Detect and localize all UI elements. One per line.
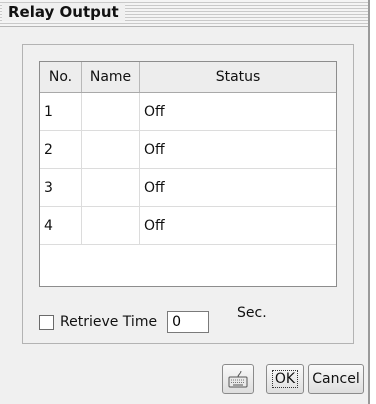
column-header-status[interactable]: Status <box>140 62 336 92</box>
cell-name[interactable] <box>82 207 140 244</box>
retrieve-time-row: Retrieve Time <box>39 310 210 334</box>
cell-name[interactable] <box>82 169 140 206</box>
cell-no: 4 <box>40 207 82 244</box>
relay-panel: No. Name Status 1 Off 2 Off 3 Off 4 Off … <box>22 44 354 344</box>
ok-button[interactable]: OK <box>266 364 304 394</box>
cell-status[interactable]: Off <box>140 93 336 130</box>
cell-status[interactable]: Off <box>140 169 336 206</box>
cell-name[interactable] <box>82 93 140 130</box>
ok-button-label: OK <box>271 370 299 388</box>
keyboard-icon <box>228 370 248 388</box>
cell-no: 3 <box>40 169 82 206</box>
retrieve-time-label[interactable]: Retrieve Time <box>60 314 157 330</box>
retrieve-time-checkbox[interactable] <box>39 314 54 330</box>
cell-status[interactable]: Off <box>140 131 336 168</box>
column-header-name[interactable]: Name <box>82 62 140 92</box>
cell-no: 1 <box>40 93 82 130</box>
cancel-button[interactable]: Cancel <box>308 364 364 394</box>
column-header-no[interactable]: No. <box>40 62 82 92</box>
cell-name[interactable] <box>82 131 140 168</box>
table-row[interactable]: 3 Off <box>40 169 336 207</box>
keyboard-button[interactable] <box>222 364 254 394</box>
table-row[interactable]: 1 Off <box>40 93 336 131</box>
table-header: No. Name Status <box>40 62 336 93</box>
cell-status[interactable]: Off <box>140 207 336 244</box>
table-row[interactable]: 4 Off <box>40 207 336 245</box>
cell-no: 2 <box>40 131 82 168</box>
relay-output-dialog: Relay Output No. Name Status 1 Off 2 Off… <box>0 0 370 404</box>
relay-table: No. Name Status 1 Off 2 Off 3 Off 4 Off <box>39 61 337 287</box>
table-row[interactable]: 2 Off <box>40 131 336 169</box>
dialog-title: Relay Output <box>2 3 125 21</box>
title-bar: Relay Output <box>0 0 368 27</box>
seconds-unit-label: Sec. <box>237 305 267 321</box>
retrieve-time-input[interactable] <box>167 311 210 333</box>
